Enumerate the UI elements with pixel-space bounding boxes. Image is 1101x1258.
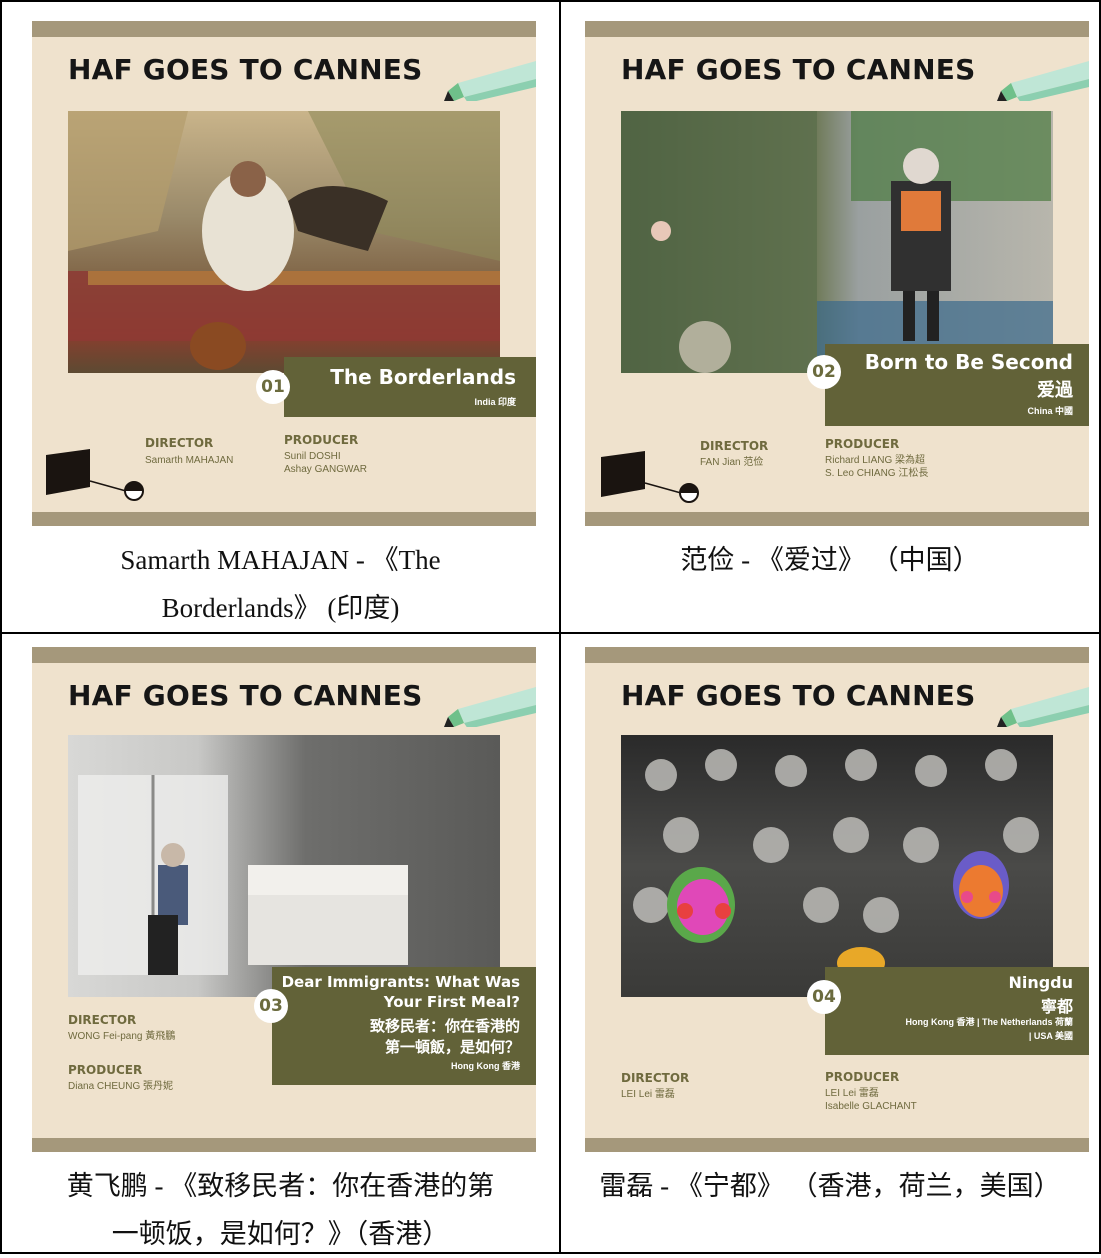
director-name: LEI Lei 雷磊	[621, 1089, 675, 1100]
film-title: Your First Meal?	[383, 993, 520, 1011]
film-title-chinese: 致移民者：你在香港的	[369, 1017, 520, 1035]
producer-name: Richard LIANG 梁為超	[825, 455, 926, 466]
film-still-dear-immigrants	[68, 735, 500, 997]
producer-name: Ashay GANGWAR	[284, 464, 367, 475]
caption-line: Borderlands》 (印度)	[161, 593, 400, 623]
table-border-center	[559, 0, 561, 1254]
caption-line: 一顿饭，是如何？》（香港）	[111, 1219, 450, 1249]
film-title: Born to Be Second	[864, 350, 1073, 374]
film-number: 02	[807, 355, 841, 389]
poster-header: HAF GOES TO CANNES	[68, 53, 423, 86]
table-border-top	[0, 0, 1101, 2]
title-tag: Born to Be Second 爱過 China 中國	[825, 344, 1089, 426]
caption-1: Samarth MAHAJAN - 《The Borderlands》 (印度)	[2, 536, 559, 632]
film-still-art	[78, 775, 408, 975]
film-country: Hong Kong 香港 | The Netherlands 荷蘭	[905, 1017, 1073, 1027]
producer-label: PRODUCER	[825, 1070, 900, 1084]
film-still-art	[633, 749, 1039, 979]
poster-top-band	[32, 21, 536, 37]
poster-bottom-band	[32, 512, 536, 526]
film-title-chinese: 爱過	[1037, 380, 1073, 401]
poster-1: HAF GOES TO CANNES The Borderlands India…	[32, 21, 536, 526]
film-still-born-to-be-second	[621, 111, 1053, 373]
producer-name: Sunil DOSHI	[284, 451, 341, 462]
caption-4: 雷磊 - 《宁都》 （香港，荷兰，美国）	[561, 1162, 1099, 1210]
producer-label: PRODUCER	[68, 1063, 143, 1077]
producer-label: PRODUCER	[825, 437, 900, 451]
film-country: China 中國	[1027, 406, 1073, 416]
table-border-middle	[0, 632, 1101, 634]
poster-3: HAF GOES TO CANNES Dear Immigrants: What…	[32, 647, 536, 1152]
film-title: Dear Immigrants: What Was	[281, 973, 520, 991]
poster-top-band	[585, 21, 1089, 37]
poster-header: HAF GOES TO CANNES	[621, 679, 976, 712]
producer-name: Diana CHEUNG 張丹妮	[68, 1081, 174, 1092]
film-number: 03	[254, 989, 288, 1023]
film-still-borderlands	[68, 111, 500, 373]
poster-bottom-band	[585, 512, 1089, 526]
poster-4: HAF GOES TO CANNES Ningdu 寧都 Hong Kong 香…	[585, 647, 1089, 1152]
poster-top-band	[32, 647, 536, 663]
producer-label: PRODUCER	[284, 433, 359, 447]
producer-name: Isabelle GLACHANT	[825, 1101, 917, 1112]
film-country: Hong Kong 香港	[451, 1061, 520, 1071]
film-title-chinese: 寧都	[1040, 997, 1073, 1016]
director-label: DIRECTOR	[621, 1071, 690, 1085]
caption-2: 范俭 - 《爱过》 （中国）	[561, 536, 1099, 584]
film-country: India 印度	[474, 397, 516, 407]
pencil-icon	[444, 687, 536, 727]
poster-2: HAF GOES TO CANNES Born to Be Second 爱過 …	[585, 21, 1089, 526]
caption-line: 雷磊 - 《宁都》 （香港，荷兰，美国）	[599, 1171, 1061, 1201]
director-name: WONG Fei-pang 黃飛鵬	[68, 1031, 176, 1042]
poster-header: HAF GOES TO CANNES	[621, 53, 976, 86]
film-title-chinese: 第一頓飯，是如何？	[384, 1038, 520, 1056]
film-title: The Borderlands	[330, 365, 516, 389]
caption-line: 黄飞鹏 - 《致移民者：你在香港的第	[66, 1171, 495, 1201]
pencil-icon	[444, 61, 536, 101]
title-tag: Ningdu 寧都 Hong Kong 香港 | The Netherlands…	[825, 967, 1089, 1055]
film-number: 01	[256, 370, 290, 404]
pencil-icon	[997, 687, 1089, 727]
title-tag: Dear Immigrants: What Was Your First Mea…	[272, 967, 536, 1085]
title-tag: The Borderlands India 印度	[284, 357, 536, 417]
director-label: DIRECTOR	[68, 1013, 137, 1027]
film-still-art	[621, 111, 1053, 373]
haf-logo-icon	[46, 449, 144, 501]
producer-name: S. Leo CHIANG 江松長	[825, 468, 929, 479]
film-still-art	[68, 111, 500, 370]
caption-line: Samarth MAHAJAN - 《The	[120, 545, 441, 575]
poster-top-band	[585, 647, 1089, 663]
film-country: | USA 美國	[1028, 1031, 1073, 1041]
poster-bottom-band	[32, 1138, 536, 1152]
poster-header: HAF GOES TO CANNES	[68, 679, 423, 712]
film-number: 04	[807, 980, 841, 1014]
film-still-ningdu	[621, 735, 1053, 997]
poster-bottom-band	[585, 1138, 1089, 1152]
film-title: Ningdu	[1008, 973, 1073, 992]
caption-line: 范俭 - 《爱过》 （中国）	[680, 545, 980, 575]
poster-table: HAF GOES TO CANNES The Borderlands India…	[0, 0, 1101, 1254]
caption-3: 黄飞鹏 - 《致移民者：你在香港的第 一顿饭，是如何？》（香港）	[2, 1162, 559, 1258]
haf-logo-icon	[601, 451, 699, 503]
producer-name: LEI Lei 雷磊	[825, 1088, 879, 1099]
pencil-icon	[997, 61, 1089, 101]
